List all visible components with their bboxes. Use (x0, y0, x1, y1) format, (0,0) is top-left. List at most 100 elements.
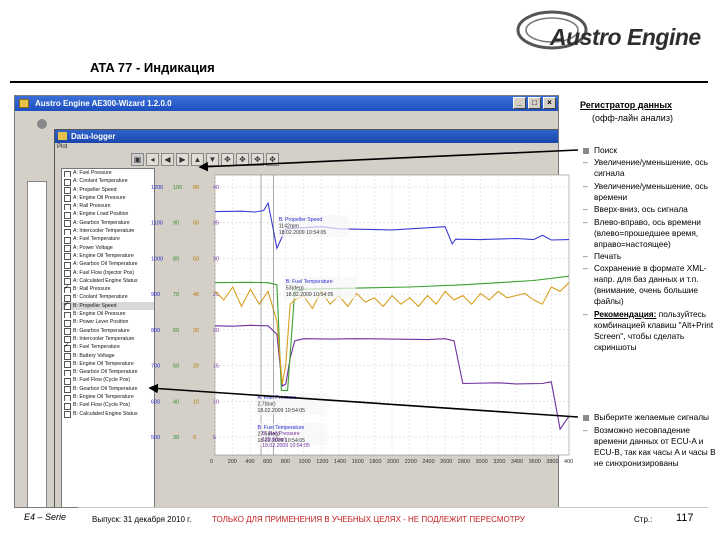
data-logger-title: Data-logger (71, 132, 116, 141)
y-tick-label: 5 (213, 435, 216, 441)
x-tick-label: 3400 (511, 459, 523, 465)
y-tick-label: 35 (213, 221, 219, 227)
zoom-time-button[interactable]: ✥ (221, 153, 234, 166)
x-tick-label: 3200 (493, 459, 505, 465)
x-tick-label: 2400 (422, 459, 434, 465)
x-tick-label: 4000 (564, 459, 573, 465)
x-tick-label: 1800 (369, 459, 381, 465)
save-xml-button[interactable]: ✥ (266, 153, 279, 166)
y-tick-label: 10 (193, 399, 199, 405)
y-tick-label: 40 (193, 292, 199, 298)
logo-wordmark: Austro Engine (550, 24, 701, 50)
y-tick-label: 70 (173, 292, 179, 298)
note-select-signals: Выберите желаемые сигналы (582, 412, 717, 423)
y-tick-label: 60 (193, 221, 199, 227)
panel-subtitle: (офф-лайн анализ) (592, 113, 673, 123)
training-notice: ТОЛЬКО ДЛЯ ПРИМЕНЕНИЯ В УЧЕБНЫХ ЦЕЛЯХ - … (212, 515, 525, 524)
minimize-button[interactable]: _ (513, 97, 526, 109)
y-tick-label: 20 (193, 364, 199, 370)
data-logger-icon (58, 132, 67, 140)
x-tick-label: 800 (281, 459, 290, 465)
y-tick-label: 50 (193, 256, 199, 262)
cursor-annotation-text: 18.02.2009 10:54:05 (279, 230, 327, 236)
search-button[interactable]: ▣ (131, 153, 144, 166)
cursor-annotation-text: B: Propeller Speed (279, 217, 323, 223)
y-tick-label: 100 (173, 185, 182, 191)
x-tick-label: 200 (228, 459, 237, 465)
y-tick-label: 20 (213, 328, 219, 334)
note-time-mismatch: Возможно несовпадение времени данных от … (582, 425, 717, 469)
cursor-annotation-text: 18.02.2009 10:54:05 (257, 408, 305, 414)
x-tick-label: 0 (210, 459, 213, 465)
austro-engine-logo: Austro Engine (512, 6, 708, 58)
feature-notes: Поиск Увеличение/уменьшение, ось сигнала… (582, 145, 717, 354)
y-tick-label: 80 (193, 185, 199, 191)
cursor-annotation-text: 1142rpm (279, 224, 299, 230)
cursor-annotation-text: 53(deg) (286, 286, 304, 292)
y-tick-label: 600 (151, 399, 160, 405)
scroll-left-button[interactable]: ◀ (161, 153, 174, 166)
x-tick-label: 2800 (458, 459, 470, 465)
page-label: Стр.: (634, 515, 653, 524)
maximize-button[interactable]: □ (528, 97, 541, 109)
data-logger-titlebar[interactable]: Data-logger (55, 130, 558, 143)
y-tick-label: 90 (173, 221, 179, 227)
y-tick-label: 10 (213, 399, 219, 405)
page-number: 117 (676, 512, 694, 524)
x-tick-label: 2000 (387, 459, 399, 465)
scroll-down-button[interactable]: ▼ (206, 153, 219, 166)
tab-plot[interactable]: Plot (57, 144, 67, 150)
note-leftright: Влево-вправо, ось времени (влево=прошедш… (582, 217, 717, 250)
y-tick-label: 1200 (151, 185, 163, 191)
y-tick-label: 40 (213, 185, 219, 191)
y-tick-label: 50 (173, 364, 179, 370)
connect-icon[interactable] (37, 119, 47, 129)
print-button[interactable]: ✥ (251, 153, 264, 166)
y-tick-label: 700 (151, 364, 160, 370)
scroll-right-button[interactable]: ▶ (176, 153, 189, 166)
data-logger-chart[interactable]: 1200 100 80 401100 90 60 351000 80 50 30900 70 40 25… (133, 171, 573, 466)
y-tick-label: 30 (213, 256, 219, 262)
scroll-up-button[interactable]: ▲ (191, 153, 204, 166)
cursor-annotation-text: A: Fuel Pressure (257, 395, 296, 401)
x-tick-label: 1200 (316, 459, 328, 465)
x-tick-label: 3600 (529, 459, 541, 465)
x-tick-label: 1600 (352, 459, 364, 465)
app-icon (19, 99, 29, 108)
note-zoom-time: Увеличение/уменьшение, ось времени (582, 181, 717, 203)
signal-notes: Выберите желаемые сигналы Возможно несов… (582, 412, 717, 470)
x-tick-label: 3000 (476, 459, 488, 465)
panel-title: Регистратор данных (580, 100, 673, 110)
release-date: Выпуск: 31 декабря 2010 г. (92, 515, 192, 524)
y-tick-label: 0 (193, 435, 196, 441)
x-tick-label: 600 (263, 459, 272, 465)
y-tick-label: 60 (173, 328, 179, 334)
zoom-signal-button[interactable]: ◂ (146, 153, 159, 166)
y-tick-label: 800 (151, 328, 160, 334)
y-tick-label: 30 (173, 435, 179, 441)
y-tick-label: 30 (193, 328, 199, 334)
note-zoom-signal: Увеличение/уменьшение, ось сигнала (582, 157, 717, 179)
note-updown: Вверх-вниз, ось сигнала (582, 204, 717, 215)
cursor-annotation-text: B: Fuel Temperature (286, 279, 333, 285)
title-divider (10, 81, 708, 83)
recommendation-label: Рекомендация: (594, 308, 657, 319)
data-logger-toolbar: ▣ ◂ ◀ ▶ ▲ ▼ ✥ ✥ ✥ ✥ (131, 153, 279, 168)
note-print: Печать (582, 251, 717, 262)
wizard-titlebar[interactable]: Austro Engine AE300-Wizard 1.2.0.0 _ □ × (15, 96, 558, 111)
main-side-panel (27, 181, 47, 507)
pan-button[interactable]: ✥ (236, 153, 249, 166)
x-tick-label: 3800 (546, 459, 558, 465)
slide-title: ATA 77 - Индикация (90, 60, 215, 75)
y-tick-label: 80 (173, 256, 179, 262)
y-tick-label: 15 (213, 364, 219, 370)
x-tick-label: 2600 (440, 459, 452, 465)
x-tick-label: 1400 (334, 459, 346, 465)
edition-label: E4 – Serie (24, 512, 67, 522)
y-tick-label: 40 (173, 399, 179, 405)
close-button[interactable]: × (543, 97, 556, 109)
x-tick-label: 1000 (299, 459, 311, 465)
note-recommendation: Рекомендация: пользуйтесь комбинацией кл… (582, 309, 717, 353)
y-tick-label: 1000 (151, 256, 163, 262)
note-save: Сохранение в формате XML-напр. для баз д… (582, 263, 717, 307)
